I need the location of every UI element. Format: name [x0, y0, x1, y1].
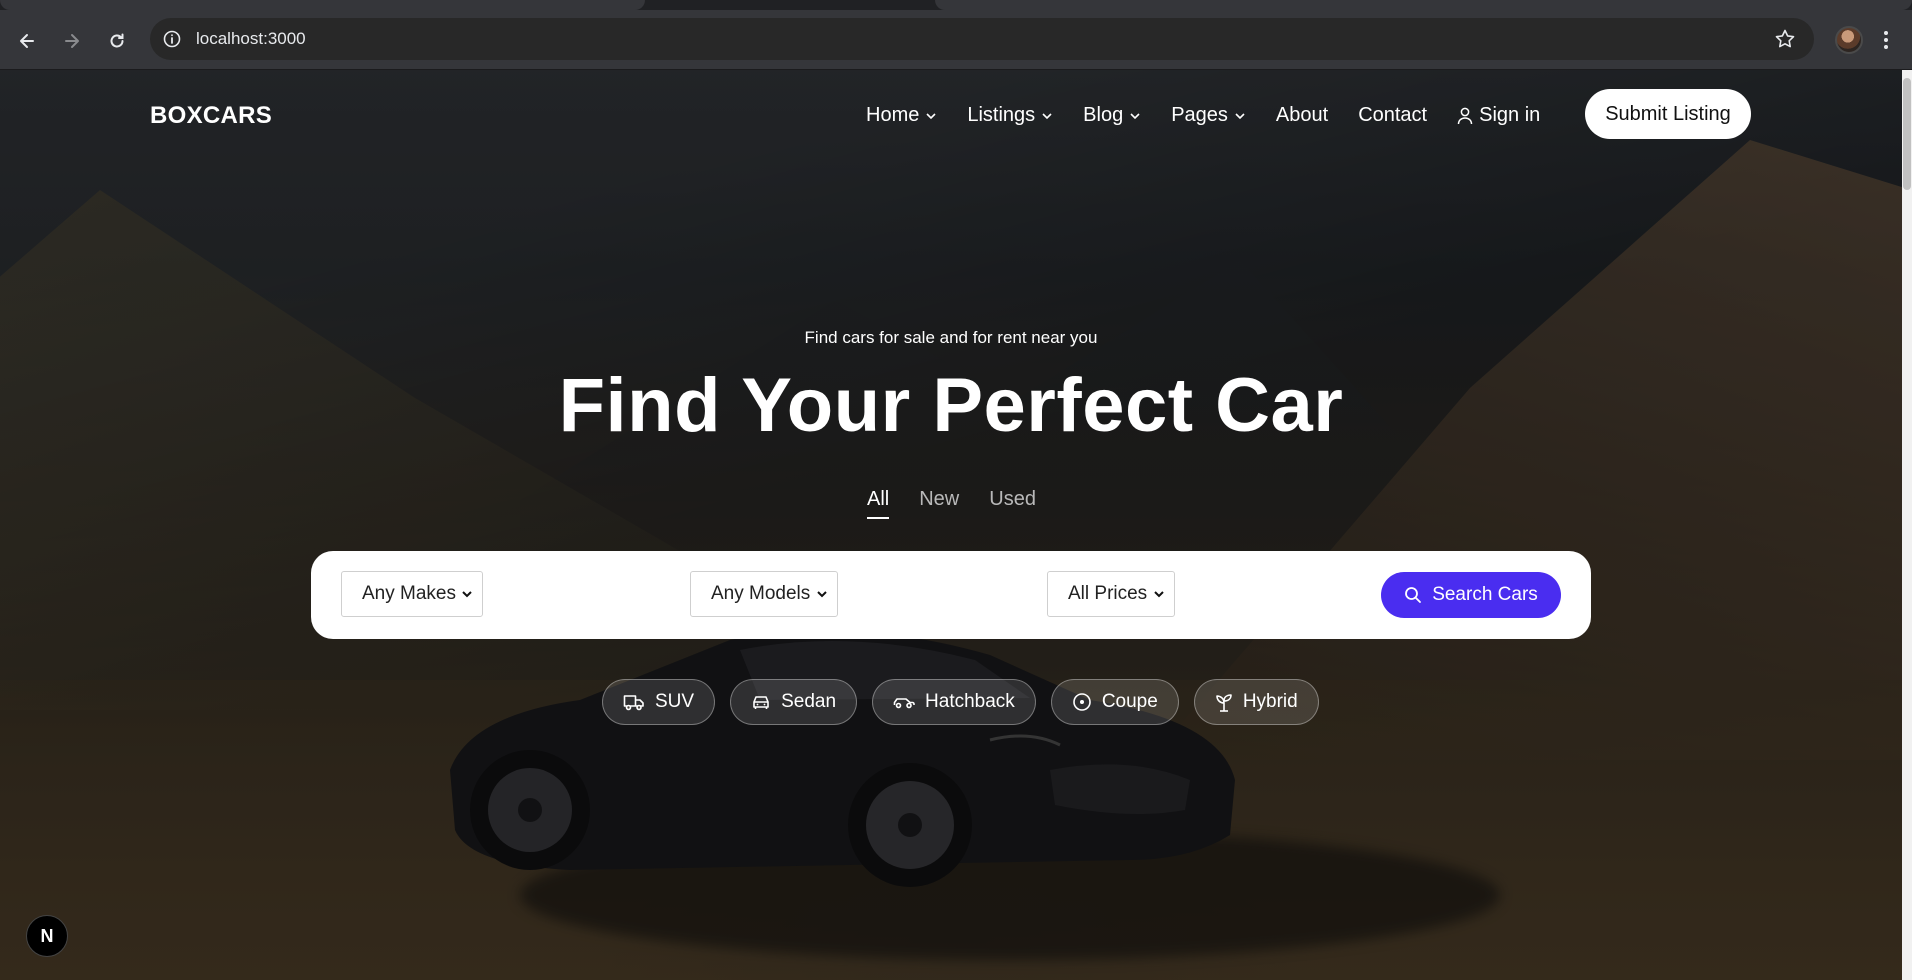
nav-item-contact[interactable]: Contact: [1358, 104, 1427, 127]
plant-icon: [1216, 694, 1232, 712]
back-icon[interactable]: [12, 26, 42, 56]
makes-select-value: Any Makes: [362, 583, 456, 604]
nav-item-pages[interactable]: Pages: [1171, 104, 1246, 127]
bookmark-star-icon[interactable]: [1774, 28, 1796, 50]
submit-listing-button[interactable]: Submit Listing: [1585, 89, 1751, 139]
main-nav: Home Listings Blog Pages About Contact S…: [866, 104, 1570, 127]
models-select-value: Any Models: [711, 583, 811, 604]
browser-toolbar: localhost:3000: [0, 10, 1912, 70]
category-chip-label: Sedan: [781, 691, 837, 712]
disc-icon: [1073, 693, 1091, 711]
browser-tab[interactable]: [935, 0, 1912, 10]
signin-link[interactable]: Sign in: [1457, 104, 1540, 127]
browser-tabstrip: [0, 0, 1912, 10]
user-icon: [1457, 107, 1473, 124]
signin-label: Sign in: [1479, 104, 1541, 126]
site-info-icon[interactable]: [162, 29, 182, 49]
nav-item-label: About: [1275, 104, 1329, 126]
prices-select-value: All Prices: [1068, 583, 1148, 604]
nav-item-listings[interactable]: Listings: [967, 104, 1053, 127]
nav-item-home[interactable]: Home: [866, 104, 937, 127]
nav-item-label: Listings: [967, 104, 1036, 126]
category-chip-hybrid[interactable]: Hybrid: [1193, 679, 1319, 725]
hero-subtitle: Find cars for sale and for rent near you: [804, 328, 1098, 347]
nextjs-devtools-badge[interactable]: N: [26, 915, 68, 957]
nav-item-label: Pages: [1171, 104, 1228, 126]
nav-item-label: Home: [866, 104, 920, 126]
tab-used[interactable]: Used: [989, 488, 1036, 519]
category-chip-coupe[interactable]: Coupe: [1050, 679, 1179, 725]
prices-select[interactable]: All Prices: [1047, 571, 1175, 617]
chevron-down-icon: [1042, 112, 1052, 119]
search-icon: [1405, 587, 1422, 603]
car-front-icon: [753, 696, 769, 709]
models-select[interactable]: Any Models: [690, 571, 838, 617]
nav-item-label: Contact: [1358, 104, 1428, 126]
hero-section: BOXCARS Home Listings Blog Pages About C…: [0, 70, 1902, 980]
chevron-down-icon: [1130, 112, 1140, 119]
nav-item-label: Blog: [1083, 104, 1124, 126]
chevron-down-icon: [1154, 591, 1164, 598]
site-logo[interactable]: BOXCARS: [150, 102, 272, 130]
chevron-down-icon: [817, 591, 827, 598]
profile-avatar[interactable]: [1835, 26, 1863, 54]
category-chip-hatchback[interactable]: Hatchback: [872, 679, 1036, 725]
url-text[interactable]: localhost:3000: [196, 29, 306, 49]
tab-new[interactable]: New: [919, 488, 959, 519]
forward-icon[interactable]: [57, 26, 87, 56]
address-bar[interactable]: localhost:3000: [150, 18, 1814, 60]
nav-item-blog[interactable]: Blog: [1083, 104, 1141, 127]
kebab-menu-icon[interactable]: [1880, 28, 1892, 52]
condition-tabs: All New Used: [867, 488, 1036, 519]
hero-title: Find Your Perfect Car: [558, 363, 1344, 448]
makes-select[interactable]: Any Makes: [341, 571, 483, 617]
category-chip-label: Hatchback: [925, 691, 1015, 712]
search-cars-button[interactable]: Search Cars: [1381, 572, 1561, 618]
search-cars-label: Search Cars: [1432, 584, 1538, 605]
reload-icon[interactable]: [102, 26, 132, 56]
page-scrollbar[interactable]: [1902, 70, 1912, 980]
search-form: Any Makes Any Models All Prices Search C…: [311, 551, 1591, 639]
chevron-down-icon: [1235, 112, 1245, 119]
category-chip-label: SUV: [655, 691, 695, 712]
truck-icon: [623, 695, 644, 711]
browser-tab[interactable]: [0, 0, 645, 10]
category-chip-suv[interactable]: SUV: [602, 679, 716, 725]
category-chips: SUV Sedan Hatchback Coupe Hybrid: [602, 679, 1319, 725]
chevron-down-icon: [462, 591, 472, 598]
nav-item-about[interactable]: About: [1276, 104, 1328, 127]
chevron-down-icon: [926, 112, 936, 119]
car-side-icon: [893, 698, 915, 709]
scrollbar-thumb[interactable]: [1903, 78, 1911, 190]
category-chip-label: Hybrid: [1242, 691, 1298, 712]
category-chip-label: Coupe: [1101, 691, 1158, 712]
category-chip-sedan[interactable]: Sedan: [730, 679, 858, 725]
hero-overlay: [0, 70, 1902, 980]
tab-all[interactable]: All: [867, 488, 890, 519]
